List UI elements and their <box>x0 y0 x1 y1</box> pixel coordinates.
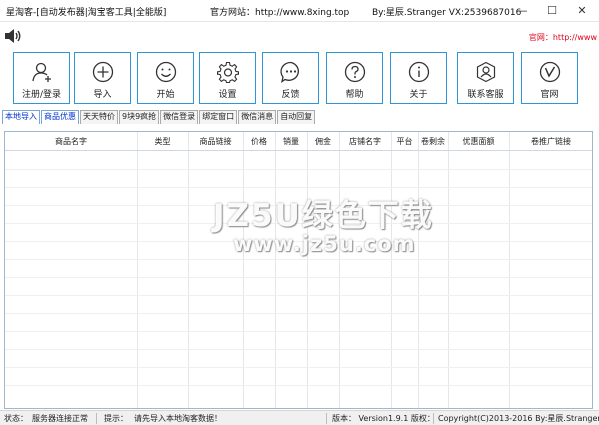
row-divider <box>5 277 592 278</box>
copyright-text: Copyright(C)2013-2016 By:星辰.Stranger <box>438 414 599 423</box>
official-site-button[interactable]: 官网 <box>521 52 578 104</box>
start-button[interactable]: 开始 <box>137 52 194 104</box>
status-divider <box>433 413 434 424</box>
v-icon <box>539 61 560 83</box>
tab-auto-reply[interactable]: 自动回复 <box>277 110 316 124</box>
toolbar: 注册/登录 导入 开始 设置 反馈 帮助 关于 联系客服 官网 <box>0 52 599 106</box>
status-divider <box>96 413 97 424</box>
register-login-label: 注册/登录 <box>21 90 62 100</box>
about-label: 关于 <box>409 90 428 100</box>
help-button[interactable]: 帮助 <box>326 52 383 104</box>
author-contact-text: By:星辰.Stranger VX:2539687016 <box>372 8 522 18</box>
chat-icon <box>279 61 299 83</box>
row-divider <box>5 169 592 170</box>
official-website-text: 官方网站：http://www.8xing.top <box>210 8 350 18</box>
tab-daily-special[interactable]: 天天特价 <box>80 110 118 124</box>
tab-nine-nine[interactable]: 9块9疯抢 <box>119 110 160 124</box>
help-label: 帮助 <box>345 90 364 100</box>
row-divider <box>5 367 592 368</box>
column-header-shop-name[interactable]: 店铺名字 <box>339 132 391 151</box>
status-divider <box>326 413 327 424</box>
row-divider <box>5 385 592 386</box>
support-icon <box>476 61 495 83</box>
column-header-type[interactable]: 类型 <box>137 132 188 151</box>
minimize-button[interactable]: — <box>508 0 536 21</box>
tip-label: 提示： <box>104 414 128 423</box>
close-button[interactable]: ✕ <box>568 0 596 21</box>
row-divider <box>5 259 592 260</box>
watermark-title: JZ5U绿色下载 <box>213 198 434 234</box>
version-text: 版本： Version1.9.1 版权： <box>332 414 435 423</box>
row-divider <box>5 187 592 188</box>
status-value: 服务器连接正常 <box>32 414 88 423</box>
contact-support-button[interactable]: 联系客服 <box>457 52 514 104</box>
window-title: 星淘客-[自动发布器|淘宝客工具|全能版] <box>6 8 167 18</box>
tab-wechat-messages[interactable]: 微信消息 <box>238 110 277 124</box>
column-header-price[interactable]: 价格 <box>243 132 275 151</box>
tab-bar: 本地导入 商品优惠 天天特价 9块9疯抢 微信登录 绑定窗口 微信消息 自动回复 <box>2 110 316 124</box>
column-header-coupon-promo-link[interactable]: 卷推广链接 <box>509 132 592 151</box>
about-button[interactable]: 关于 <box>390 52 447 104</box>
title-bar: 星淘客-[自动发布器|淘宝客工具|全能版] 官方网站：http://www.8x… <box>0 0 599 22</box>
contact-support-label: 联系客服 <box>467 90 504 100</box>
row-divider <box>5 295 592 296</box>
column-header-sales[interactable]: 销量 <box>275 132 307 151</box>
tip-value: 请先导入本地淘客数据！ <box>134 414 222 423</box>
import-label: 导入 <box>93 90 112 100</box>
settings-button[interactable]: 设置 <box>199 52 256 104</box>
column-header-product-link[interactable]: 商品链接 <box>188 132 243 151</box>
column-header-coupon-value[interactable]: 优惠面额 <box>448 132 509 151</box>
product-table[interactable]: 商品名字 类型 商品链接 价格 销量 佣金 店铺名字 平台 卷剩余 优惠面额 卷… <box>4 131 593 409</box>
user-add-icon <box>31 62 51 82</box>
column-header-product-name[interactable]: 商品名字 <box>5 132 137 151</box>
row-divider <box>5 331 592 332</box>
table-header: 商品名字 类型 商品链接 价格 销量 佣金 店铺名字 平台 卷剩余 优惠面额 卷… <box>5 132 592 151</box>
column-header-commission[interactable]: 佣金 <box>307 132 339 151</box>
plus-circle-icon <box>92 61 113 83</box>
import-button[interactable]: 导入 <box>74 52 131 104</box>
gear-icon <box>216 61 239 83</box>
status-bar: 状态： 服务器连接正常 提示： 请先导入本地淘客数据！ 版本： Version1… <box>0 410 599 425</box>
settings-label: 设置 <box>218 90 237 100</box>
official-site-label: 官网 <box>540 90 559 100</box>
column-header-platform[interactable]: 平台 <box>391 132 418 151</box>
register-login-button[interactable]: 注册/登录 <box>13 52 70 104</box>
tab-bind-window[interactable]: 绑定窗口 <box>199 110 238 124</box>
smile-icon <box>155 61 176 83</box>
feedback-button[interactable]: 反馈 <box>262 52 319 104</box>
tab-wechat-login[interactable]: 微信登录 <box>160 110 199 124</box>
row-divider <box>5 349 592 350</box>
maximize-button[interactable]: ☐ <box>538 0 566 21</box>
column-header-coupon-remaining[interactable]: 卷剩余 <box>418 132 448 151</box>
status-label: 状态： <box>4 414 28 423</box>
tab-product-discount[interactable]: 商品优惠 <box>41 110 79 124</box>
start-label: 开始 <box>156 90 175 100</box>
question-icon <box>344 61 365 83</box>
row-divider <box>5 313 592 314</box>
watermark-url: www.jz5u.com <box>233 232 416 256</box>
speaker-icon[interactable] <box>4 28 22 44</box>
tab-local-import[interactable]: 本地导入 <box>2 110 40 124</box>
info-icon <box>408 61 429 83</box>
official-site-link[interactable]: 官网：http://www <box>529 32 597 43</box>
feedback-label: 反馈 <box>281 90 300 100</box>
